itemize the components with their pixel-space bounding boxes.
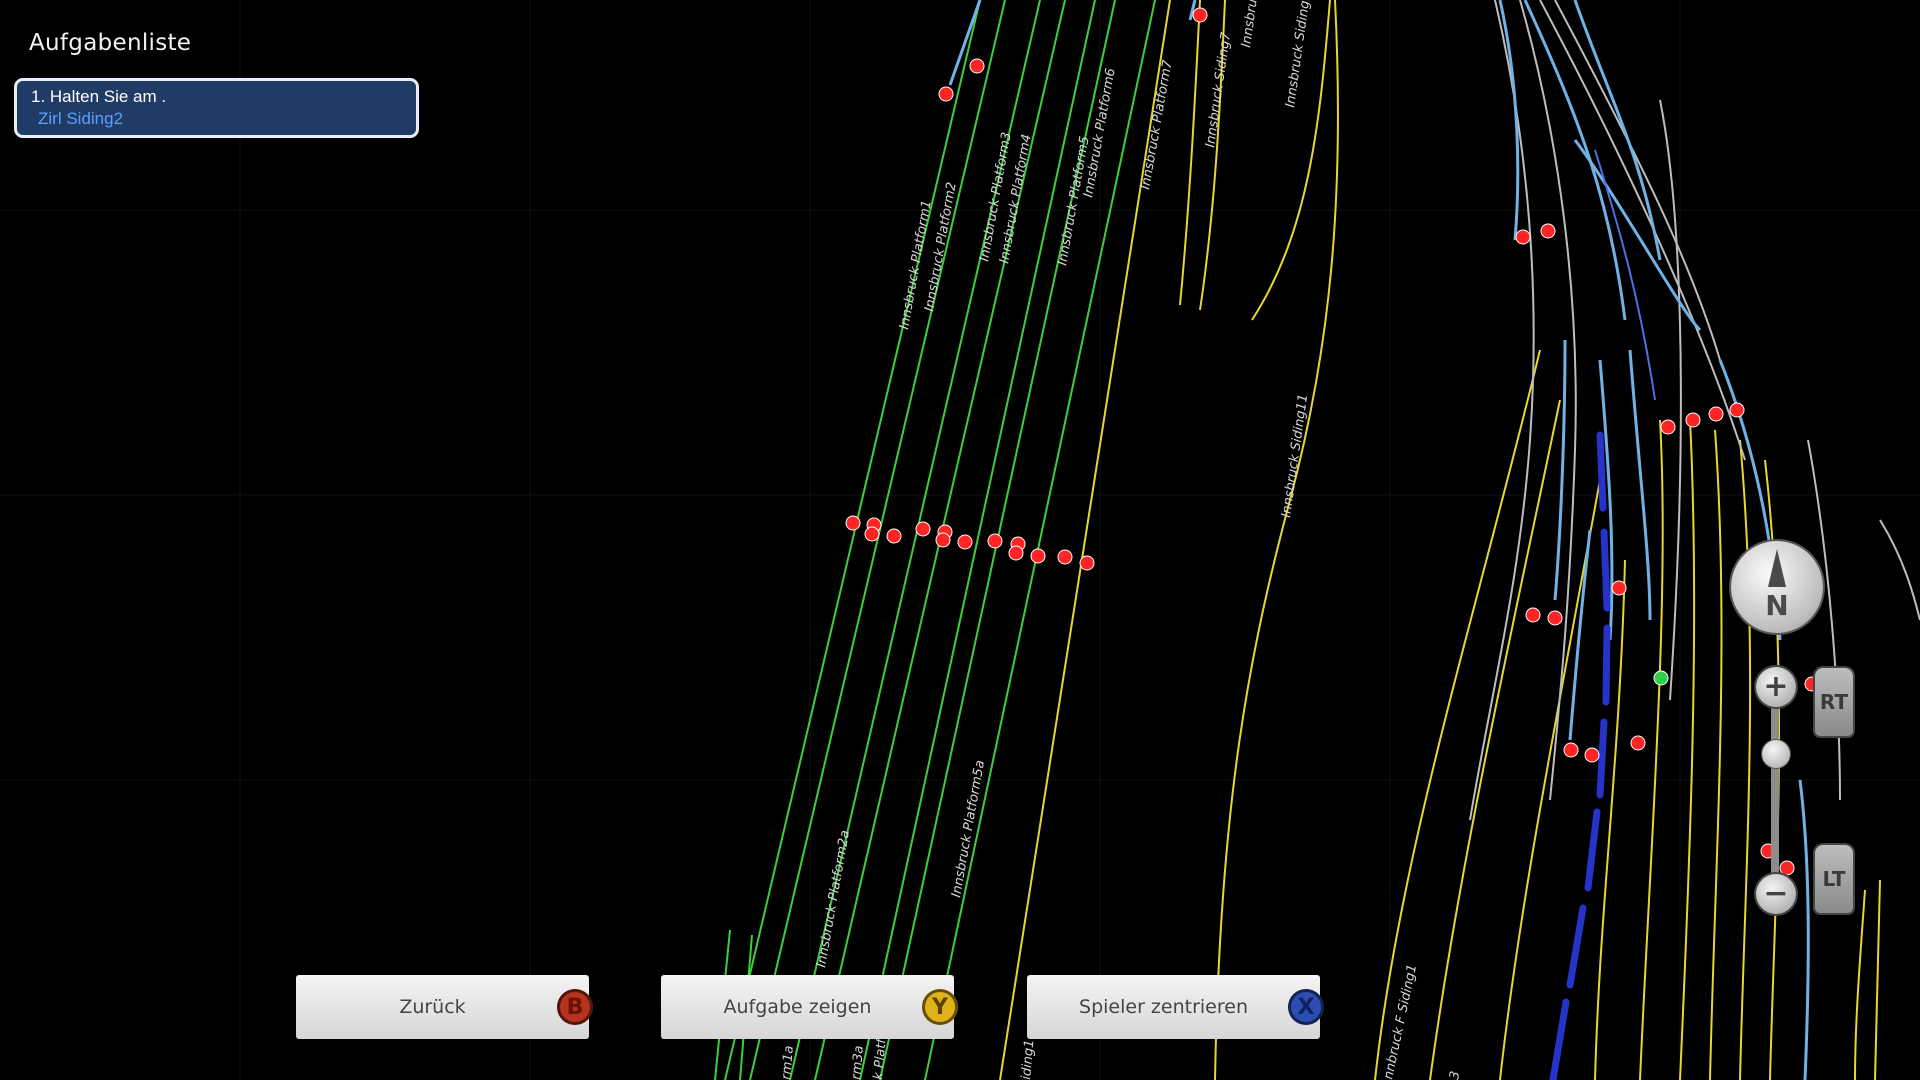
label-platform7: Innsbruck Platform7 <box>1138 58 1176 190</box>
track-map[interactable]: Innsbruck Platform1 Innsbruck Platform2 … <box>0 0 1920 1080</box>
zoom-slider-track[interactable] <box>1771 705 1779 885</box>
center-player-button-label: Spieler zentrieren <box>1079 996 1248 1018</box>
track-y-5 <box>1709 429 1723 1080</box>
track-f-siding1 <box>1374 349 1541 1080</box>
zoom-out-button[interactable]: − <box>1756 874 1796 914</box>
track-y-9 <box>1854 889 1866 1080</box>
task-location: Zirl Siding2 <box>38 109 124 128</box>
label-3: 3 <box>1447 1070 1463 1080</box>
track-y-10 <box>1874 879 1881 1080</box>
label-platform1a: rm1a <box>779 1045 797 1080</box>
label-siding7: Innsbruck Siding7 <box>1203 31 1234 149</box>
zoom-in-button[interactable]: + <box>1756 667 1796 707</box>
track-y-1 <box>1429 399 1561 1080</box>
north-arrow-icon <box>1768 549 1786 587</box>
track-y-6 <box>1739 439 1752 1080</box>
bright-blue-track <box>1594 149 1656 401</box>
signal-green <box>1653 670 1669 686</box>
signals-red <box>845 7 1820 876</box>
lt-trigger-icon[interactable]: LT <box>1815 845 1853 913</box>
x-button-icon: X <box>1288 989 1324 1025</box>
label-siding10: Innsbruck Siding10 <box>1283 0 1315 109</box>
back-button-label: Zurück <box>399 996 466 1018</box>
task-list-heading: Aufgabenliste <box>29 30 192 56</box>
label-siding1: iding1 <box>1019 1039 1037 1080</box>
label-platform2a: Innsbruck Platform2a <box>814 829 853 969</box>
task-item[interactable]: 1. Halten Sie am . Zirl Siding2 <box>14 78 419 138</box>
center-player-button[interactable]: Spieler zentrieren X <box>1027 975 1324 1039</box>
rt-trigger-icon[interactable]: RT <box>1815 668 1853 736</box>
back-button[interactable]: Zurück B <box>296 975 593 1039</box>
label-f-siding1: nnbruck F Siding1 <box>1381 963 1420 1080</box>
show-task-button-label: Aufgabe zeigen <box>723 996 872 1018</box>
label-siding8: Innsbruck Siding8 <box>1239 0 1270 49</box>
track-siding11 <box>1214 0 1339 1080</box>
compass-icon[interactable]: N <box>1731 541 1823 633</box>
label-siding11: Innsbruck Siding11 <box>1279 393 1311 518</box>
track-y-4 <box>1679 419 1696 1080</box>
siding-tracks <box>999 0 1881 1080</box>
task-instruction: 1. Halten Sie am . <box>31 87 167 106</box>
track-siding7a <box>1179 0 1201 306</box>
zoom-slider-handle[interactable] <box>1762 740 1790 768</box>
show-task-button[interactable]: Aufgabe zeigen Y <box>661 975 958 1039</box>
y-button-icon: Y <box>922 989 958 1025</box>
label-platform3a: rm3a <box>849 1045 867 1080</box>
b-button-icon: B <box>557 989 593 1025</box>
compass-north-label: N <box>1765 589 1789 622</box>
